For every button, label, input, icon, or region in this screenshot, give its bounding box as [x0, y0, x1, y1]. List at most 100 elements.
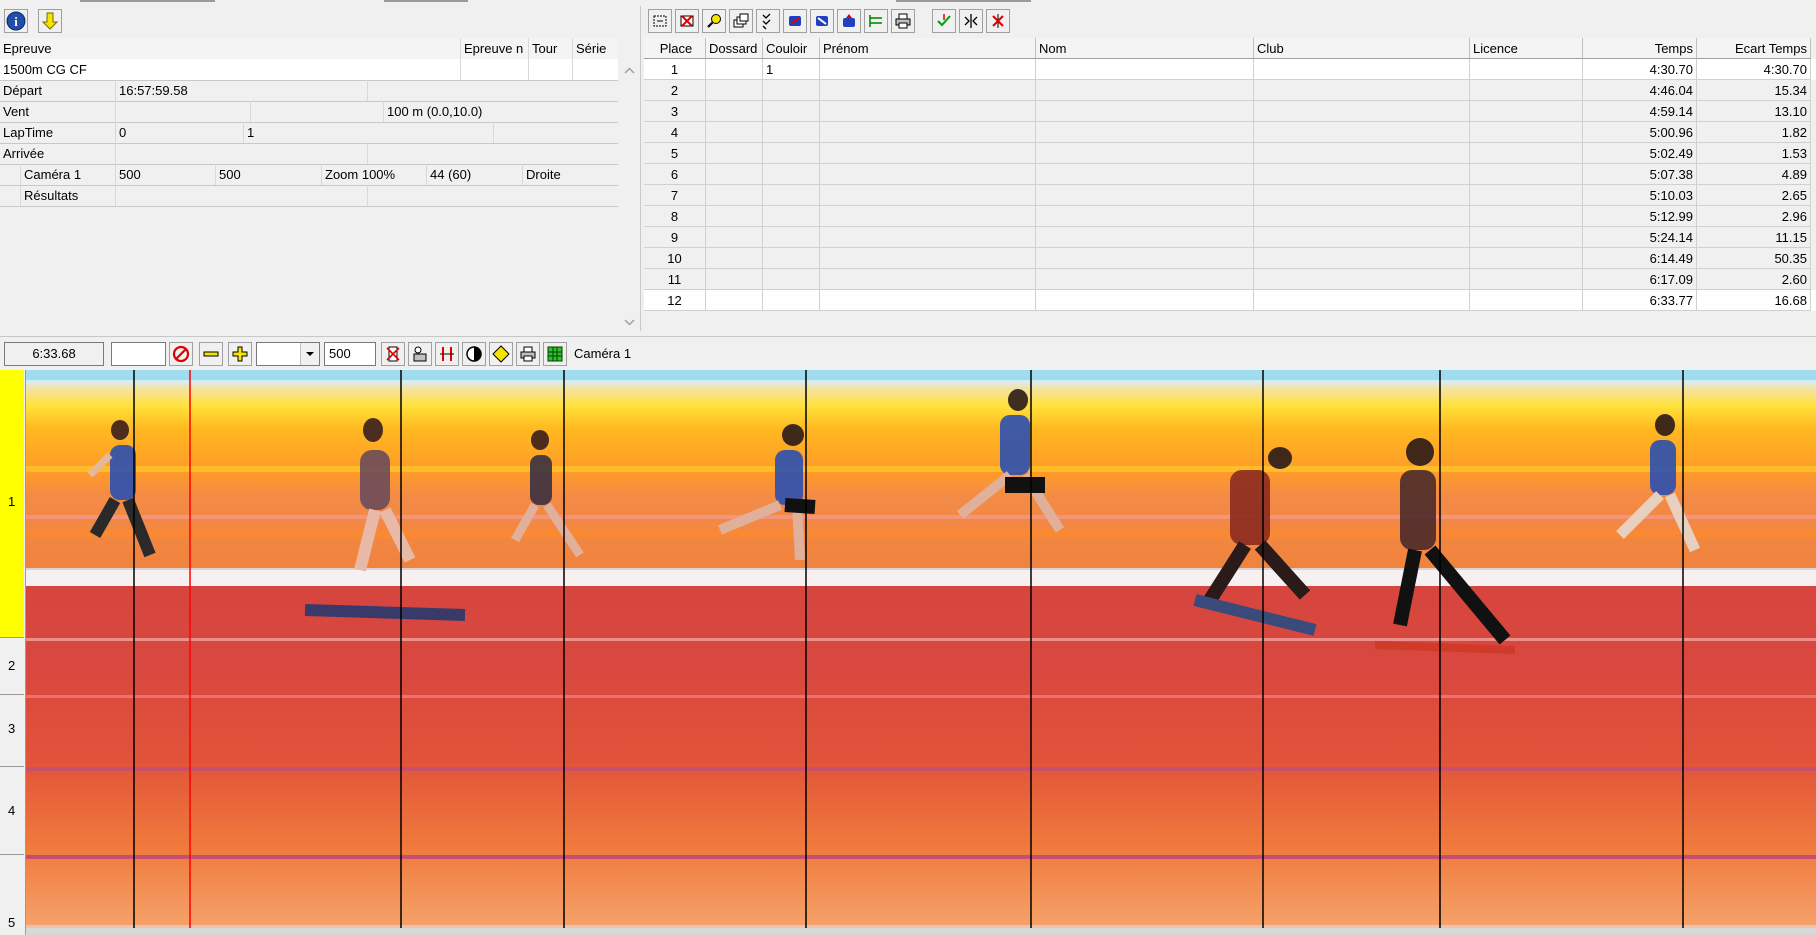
zoom-out-button[interactable] — [199, 342, 223, 366]
cell-temps[interactable]: 5:12.99 — [1583, 206, 1697, 227]
time-input[interactable] — [111, 342, 166, 366]
remove-button[interactable] — [986, 9, 1010, 33]
chevron-down-icon[interactable] — [300, 343, 319, 365]
lane-3[interactable]: 3 — [0, 695, 24, 767]
cell-temps[interactable]: 5:10.03 — [1583, 185, 1697, 206]
cell-temps[interactable]: 6:14.49 — [1583, 248, 1697, 269]
event-row[interactable]: 1500m CG CF — [0, 59, 618, 81]
cell-place[interactable]: 10 — [644, 248, 706, 269]
cell-licence[interactable] — [1470, 80, 1583, 101]
cell-club[interactable] — [1254, 290, 1470, 311]
cell-club[interactable] — [1254, 248, 1470, 269]
cell-ecart[interactable]: 15.34 — [1697, 80, 1811, 101]
cell-dossard[interactable] — [706, 122, 763, 143]
reader-button[interactable] — [408, 342, 432, 366]
print-photo-button[interactable] — [516, 342, 540, 366]
cell-prenom[interactable] — [820, 122, 1036, 143]
vent-cell-2[interactable] — [250, 101, 383, 122]
cell-nom[interactable] — [1036, 227, 1254, 248]
tree-button[interactable] — [864, 9, 888, 33]
cell-dossard[interactable] — [706, 143, 763, 164]
cell-prenom[interactable] — [820, 269, 1036, 290]
cell-ecart[interactable]: 50.35 — [1697, 248, 1811, 269]
contrast-button[interactable] — [462, 342, 486, 366]
download-button[interactable] — [38, 9, 62, 33]
cell-temps[interactable]: 5:02.49 — [1583, 143, 1697, 164]
delete-button[interactable] — [675, 9, 699, 33]
cell-club[interactable] — [1254, 185, 1470, 206]
cell-dossard[interactable] — [706, 248, 763, 269]
camera-value-3[interactable]: 44 (60) — [426, 164, 522, 185]
cell-place[interactable]: 9 — [644, 227, 706, 248]
cell-dossard[interactable] — [706, 101, 763, 122]
col-club[interactable]: Club — [1254, 38, 1470, 59]
cell-temps[interactable]: 5:00.96 — [1583, 122, 1697, 143]
vent-row[interactable]: Vent 100 m (0.0,10.0) — [0, 101, 618, 123]
resultats-row[interactable]: Résultats — [0, 185, 618, 207]
cell-temps[interactable]: 4:59.14 — [1583, 101, 1697, 122]
laptime-row[interactable]: LapTime 0 1 — [0, 122, 618, 144]
arrivee-value[interactable] — [115, 143, 367, 164]
cell-nom[interactable] — [1036, 185, 1254, 206]
cell-club[interactable] — [1254, 269, 1470, 290]
scroll-down-icon[interactable] — [621, 314, 638, 331]
cell-club[interactable] — [1254, 122, 1470, 143]
col-place[interactable]: Place — [644, 38, 706, 59]
cell-nom[interactable] — [1036, 59, 1254, 80]
laptime-value-2[interactable]: 1 — [243, 122, 493, 143]
cell-prenom[interactable] — [820, 248, 1036, 269]
table-row[interactable]: 9 5:24.14 11.15 — [644, 227, 1816, 248]
event-serie-cell[interactable] — [572, 59, 618, 80]
cell-temps[interactable]: 4:46.04 — [1583, 80, 1697, 101]
cell-club[interactable] — [1254, 206, 1470, 227]
event-tour-cell[interactable] — [528, 59, 572, 80]
cell-prenom[interactable] — [820, 185, 1036, 206]
cell-nom[interactable] — [1036, 80, 1254, 101]
cell-temps[interactable]: 5:24.14 — [1583, 227, 1697, 248]
cell-prenom[interactable] — [820, 290, 1036, 311]
cell-couloir[interactable] — [763, 269, 820, 290]
clear-button[interactable] — [381, 342, 405, 366]
cell-prenom[interactable] — [820, 206, 1036, 227]
resultats-value[interactable] — [115, 185, 367, 206]
cell-prenom[interactable] — [820, 227, 1036, 248]
cell-ecart[interactable]: 11.15 — [1697, 227, 1811, 248]
cell-couloir[interactable] — [763, 248, 820, 269]
cancel-button[interactable] — [169, 342, 193, 366]
cell-licence[interactable] — [1470, 59, 1583, 80]
cell-couloir[interactable] — [763, 164, 820, 185]
event-name[interactable]: 1500m CG CF — [0, 59, 460, 80]
col-couloir[interactable]: Couloir — [763, 38, 820, 59]
cell-ecart[interactable]: 13.10 — [1697, 101, 1811, 122]
cell-temps[interactable]: 6:17.09 — [1583, 269, 1697, 290]
laptime-value-1[interactable]: 0 — [115, 122, 243, 143]
cell-prenom[interactable] — [820, 164, 1036, 185]
cell-club[interactable] — [1254, 164, 1470, 185]
scan-rate-input[interactable]: 500 — [324, 342, 376, 366]
import-button[interactable] — [783, 9, 807, 33]
search-button[interactable] — [702, 9, 726, 33]
col-licence[interactable]: Licence — [1470, 38, 1583, 59]
cell-licence[interactable] — [1470, 185, 1583, 206]
grid-button[interactable] — [543, 342, 567, 366]
cell-couloir[interactable] — [763, 143, 820, 164]
cell-nom[interactable] — [1036, 248, 1254, 269]
cell-dossard[interactable] — [706, 269, 763, 290]
cell-prenom[interactable] — [820, 143, 1036, 164]
export-button[interactable] — [810, 9, 834, 33]
cell-couloir[interactable] — [763, 206, 820, 227]
cell-place[interactable]: 2 — [644, 80, 706, 101]
cell-licence[interactable] — [1470, 143, 1583, 164]
vent-value[interactable]: 100 m (0.0,10.0) — [383, 101, 618, 122]
cell-couloir[interactable]: 1 — [763, 59, 820, 80]
cell-club[interactable] — [1254, 227, 1470, 248]
cell-place[interactable]: 4 — [644, 122, 706, 143]
cell-prenom[interactable] — [820, 59, 1036, 80]
table-row[interactable]: 12 6:33.77 16.68 — [644, 290, 1816, 311]
cell-couloir[interactable] — [763, 227, 820, 248]
cell-dossard[interactable] — [706, 206, 763, 227]
event-number-cell[interactable] — [460, 59, 528, 80]
lane-4[interactable]: 4 — [0, 767, 24, 855]
cell-dossard[interactable] — [706, 185, 763, 206]
cell-couloir[interactable] — [763, 80, 820, 101]
